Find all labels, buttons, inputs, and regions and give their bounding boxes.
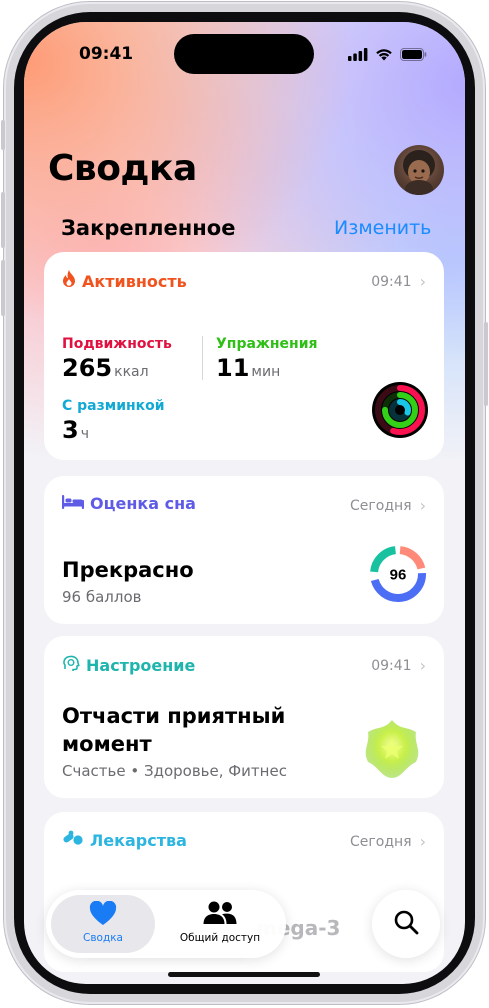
move-value-row: 265 ккал: [62, 354, 149, 382]
stand-value-row: 3ч: [62, 416, 89, 444]
chevron-right-icon: ›: [419, 832, 426, 851]
mood-state-line1: Отчасти приятный: [62, 704, 286, 728]
meds-date: Сегодня: [350, 833, 412, 850]
sleep-card-title: Оценка сна: [90, 494, 196, 513]
exercise-value: 11: [216, 354, 250, 382]
battery-icon: [400, 46, 427, 65]
mind-icon: [62, 654, 80, 676]
move-value: 265: [62, 354, 113, 382]
flame-icon: [62, 270, 76, 292]
mood-card-header: Настроение: [62, 654, 195, 676]
activity-card-title: Активность: [82, 271, 187, 291]
activity-rings: [372, 382, 428, 438]
pinned-section-title: Закрепленное: [61, 216, 236, 240]
volume-down-button: [1, 260, 5, 316]
heart-icon: [51, 898, 155, 928]
avatar[interactable]: [394, 145, 444, 195]
edit-pinned-button[interactable]: Изменить: [334, 217, 431, 239]
metric-divider: [202, 336, 203, 380]
mood-card-title: Настроение: [86, 655, 196, 675]
action-button: [1, 120, 5, 150]
chevron-right-icon: ›: [419, 656, 426, 675]
activity-card-meta: 09:41 ›: [371, 272, 426, 291]
home-indicator: [168, 972, 320, 977]
wifi-icon: [375, 46, 393, 65]
search-icon: [393, 909, 419, 939]
status-time: 09:41: [79, 44, 134, 64]
signal-icon: [348, 46, 368, 65]
sleep-card-meta: Сегодня ›: [350, 496, 426, 515]
activity-card-header: Активность: [62, 270, 187, 292]
pills-icon: [62, 830, 84, 850]
tab-sharing-label: Общий доступ: [179, 932, 261, 944]
meds-card-meta: Сегодня ›: [350, 832, 426, 851]
mood-card-meta: 09:41 ›: [371, 656, 426, 675]
sleep-score-ring: 96: [370, 546, 426, 602]
stand-value: 3: [62, 416, 79, 444]
page-title: Сводка: [48, 148, 197, 189]
power-button: [484, 322, 488, 406]
mood-card[interactable]: Настроение 09:41 › Отчасти приятный моме…: [44, 636, 444, 798]
tab-summary-label: Сводка: [83, 932, 123, 944]
sleep-rating: Прекрасно: [62, 558, 194, 582]
exercise-value-row: 11 мин: [216, 354, 280, 382]
chevron-right-icon: ›: [419, 496, 426, 515]
chevron-right-icon: ›: [419, 272, 426, 291]
mood-state-line2: момент: [62, 732, 152, 756]
move-unit: ккал: [114, 364, 149, 380]
stand-unit: ч: [80, 426, 89, 442]
bed-icon: [62, 494, 84, 513]
sleep-score-text: 96 баллов: [62, 588, 142, 606]
tab-summary[interactable]: Сводка: [51, 898, 155, 944]
sleep-score: 96: [390, 567, 407, 584]
search-button[interactable]: [372, 890, 440, 958]
meds-card-title: Лекарства: [90, 830, 187, 850]
tab-bar: Сводка Общий доступ: [46, 890, 286, 958]
sleep-date: Сегодня: [350, 497, 412, 514]
dynamic-island: [174, 34, 314, 74]
people-icon: [158, 898, 282, 928]
stand-label: С разминкой: [62, 398, 165, 414]
tab-sharing[interactable]: Общий доступ: [158, 898, 282, 944]
meds-card-header: Лекарства: [62, 830, 187, 850]
status-icons: [348, 46, 427, 65]
mood-flower-icon: [365, 720, 419, 778]
screen: 09:41 Сводка Закрепленное Изменить Актив…: [24, 22, 465, 984]
exercise-unit: мин: [251, 364, 281, 380]
sleep-card[interactable]: Оценка сна Сегодня › Прекрасно 96 баллов…: [44, 476, 444, 624]
mood-time: 09:41: [371, 657, 412, 674]
mood-tags: Счастье • Здоровье, Фитнес: [62, 762, 287, 780]
volume-up-button: [1, 192, 5, 248]
activity-time: 09:41: [371, 273, 412, 290]
activity-card[interactable]: Активность 09:41 › Подвижность 265 ккал У…: [44, 252, 444, 460]
sleep-card-header: Оценка сна: [62, 494, 196, 513]
move-label: Подвижность: [62, 336, 172, 352]
exercise-label: Упражнения: [216, 336, 318, 352]
